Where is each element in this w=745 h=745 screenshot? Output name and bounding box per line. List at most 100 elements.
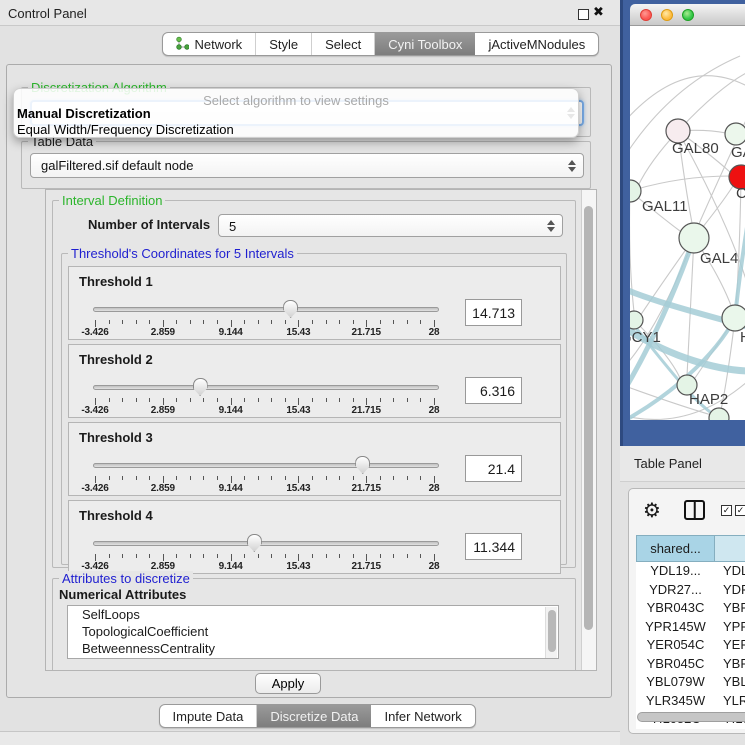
slider-tick — [244, 554, 245, 558]
settings-vertical-scrollbar[interactable] — [581, 190, 596, 670]
tick-label: 15.43 — [286, 327, 310, 338]
slider-tick — [298, 398, 299, 405]
tab-select[interactable]: Select — [312, 33, 375, 55]
threshold-value-field[interactable]: 14.713 — [465, 299, 522, 326]
tab-cyni-toolbox[interactable]: Cyni Toolbox — [375, 33, 475, 55]
tab-label: Discretize Data — [270, 709, 358, 724]
tab-style[interactable]: Style — [256, 33, 312, 55]
slider-tick — [109, 398, 110, 402]
shared-name-cell: YPR145W — [636, 618, 715, 637]
network-canvas[interactable]: GAL80GACGAL11GAL4GCY1HHAP2 — [630, 26, 745, 420]
tick-label: 15.43 — [286, 405, 310, 416]
zoom-traffic-light-icon[interactable] — [682, 9, 694, 21]
number-of-intervals-select[interactable]: 5 — [218, 214, 563, 237]
table-row[interactable]: YBR043CYBR0 — [636, 599, 745, 618]
numerical-attributes-list[interactable]: SelfLoopsTopologicalCoefficientBetweenne… — [67, 605, 559, 659]
slider-tick — [326, 398, 327, 402]
threshold-value-field[interactable]: 6.316 — [465, 377, 522, 404]
slider-thumb[interactable] — [247, 534, 262, 552]
table-horizontal-scrollbar[interactable] — [635, 711, 745, 723]
algorithm-option-manual[interactable]: Manual Discretization — [17, 106, 151, 121]
attribute-list-item[interactable]: SelfLoops — [68, 606, 558, 623]
slider-tick — [190, 398, 191, 402]
close-panel-icon[interactable]: ✖ — [593, 4, 604, 20]
threshold-4-box: Threshold 4-3.4262.8599.14415.4321.71528… — [68, 500, 561, 574]
minimize-traffic-light-icon[interactable] — [661, 9, 673, 21]
network-node[interactable] — [709, 408, 729, 420]
slider-tick — [366, 554, 367, 561]
slider-track[interactable] — [93, 463, 439, 468]
application-window: Control Panel ✖ NetworkStyleSelectCyni T… — [0, 0, 745, 745]
table-data-select[interactable]: galFiltered.sif default node — [30, 153, 584, 178]
attributes-scrollbar[interactable] — [545, 607, 557, 658]
slider-tick — [312, 554, 313, 558]
slider-tick — [176, 476, 177, 480]
tab-label: jActiveMNodules — [488, 37, 585, 52]
table-row[interactable]: YBL079WYBL0 — [636, 673, 745, 692]
apply-button[interactable]: Apply — [255, 673, 321, 694]
slider-tick — [298, 476, 299, 483]
threshold-value-field[interactable]: 21.4 — [465, 455, 522, 482]
close-traffic-light-icon[interactable] — [640, 9, 652, 21]
slider-thumb[interactable] — [193, 378, 208, 396]
table-row[interactable]: YDR27...YDR2 — [636, 581, 745, 600]
float-panel-icon[interactable] — [578, 9, 589, 20]
tab-jactivemnodules[interactable]: jActiveMNodules — [475, 33, 598, 55]
attribute-list-item[interactable]: TopologicalCoefficient — [68, 623, 558, 640]
slider-tick — [271, 476, 272, 480]
table-row[interactable]: YPR145WYPR1 — [636, 618, 745, 637]
slider-tick — [122, 320, 123, 324]
tick-label: 15.43 — [286, 561, 310, 572]
slider-tick — [163, 398, 164, 405]
column-header[interactable]: shared... — [636, 535, 715, 562]
network-node-gcy1[interactable] — [630, 311, 643, 329]
split-columns-icon[interactable] — [684, 500, 705, 520]
node-label: HAP2 — [689, 391, 728, 408]
slider-tick — [298, 320, 299, 327]
slider-tick — [244, 398, 245, 402]
slider-thumb[interactable] — [355, 456, 370, 474]
slider-thumb[interactable] — [283, 300, 298, 318]
tick-label: 21.715 — [351, 483, 380, 494]
threshold-value-field[interactable]: 11.344 — [465, 533, 522, 560]
slider-tick — [122, 398, 123, 402]
network-node-gal4[interactable] — [679, 223, 709, 253]
slider-tick — [163, 554, 164, 561]
slider-tick — [258, 398, 259, 402]
table-row[interactable]: YER054CYER0 — [636, 636, 745, 655]
table-row[interactable]: YBR045CYBR0 — [636, 655, 745, 674]
tab-label: Cyni Toolbox — [388, 37, 462, 52]
combo-stepper-icon — [547, 220, 555, 232]
bottom-strip — [0, 731, 620, 745]
tick-label: 9.144 — [219, 405, 243, 416]
slider-tick — [393, 398, 394, 402]
gear-icon[interactable]: ⚙ — [643, 498, 661, 523]
attributes-group: Attributes to discretize Numerical Attri… — [52, 578, 576, 671]
interval-definition-title: Interval Definition — [59, 193, 165, 208]
algorithm-option-equal-width[interactable]: Equal Width/Frequency Discretization — [17, 122, 234, 137]
slider-tick — [339, 320, 340, 324]
slider-track[interactable] — [93, 385, 439, 390]
slider-tick — [353, 398, 354, 402]
table-row[interactable]: YDL19...YDL1 — [636, 562, 745, 581]
network-node-ga[interactable] — [725, 123, 745, 145]
slider-track[interactable] — [93, 307, 439, 312]
tab-infer-network[interactable]: Infer Network — [371, 705, 474, 727]
slider-track[interactable] — [93, 541, 439, 546]
slider-tick — [326, 476, 327, 480]
tick-label: 21.715 — [351, 561, 380, 572]
tab-impute-data[interactable]: Impute Data — [160, 705, 258, 727]
tick-label: 2.859 — [151, 405, 175, 416]
tab-network[interactable]: Network — [163, 33, 257, 55]
checkbox-icon[interactable]: ✓ — [721, 505, 732, 516]
checkbox-icon[interactable]: ✓ — [735, 505, 745, 516]
attribute-list-item[interactable]: BetweennessCentrality — [68, 640, 558, 657]
table-row[interactable]: YLR345WYLR3 — [636, 692, 745, 711]
tick-label: 9.144 — [219, 483, 243, 494]
column-header[interactable]: na — [715, 535, 745, 562]
network-node-h[interactable] — [722, 305, 745, 331]
tab-label: Select — [325, 37, 361, 52]
table-header-row: shared...na — [636, 535, 745, 562]
slider-tick — [109, 554, 110, 558]
tab-discretize-data[interactable]: Discretize Data — [257, 705, 371, 727]
